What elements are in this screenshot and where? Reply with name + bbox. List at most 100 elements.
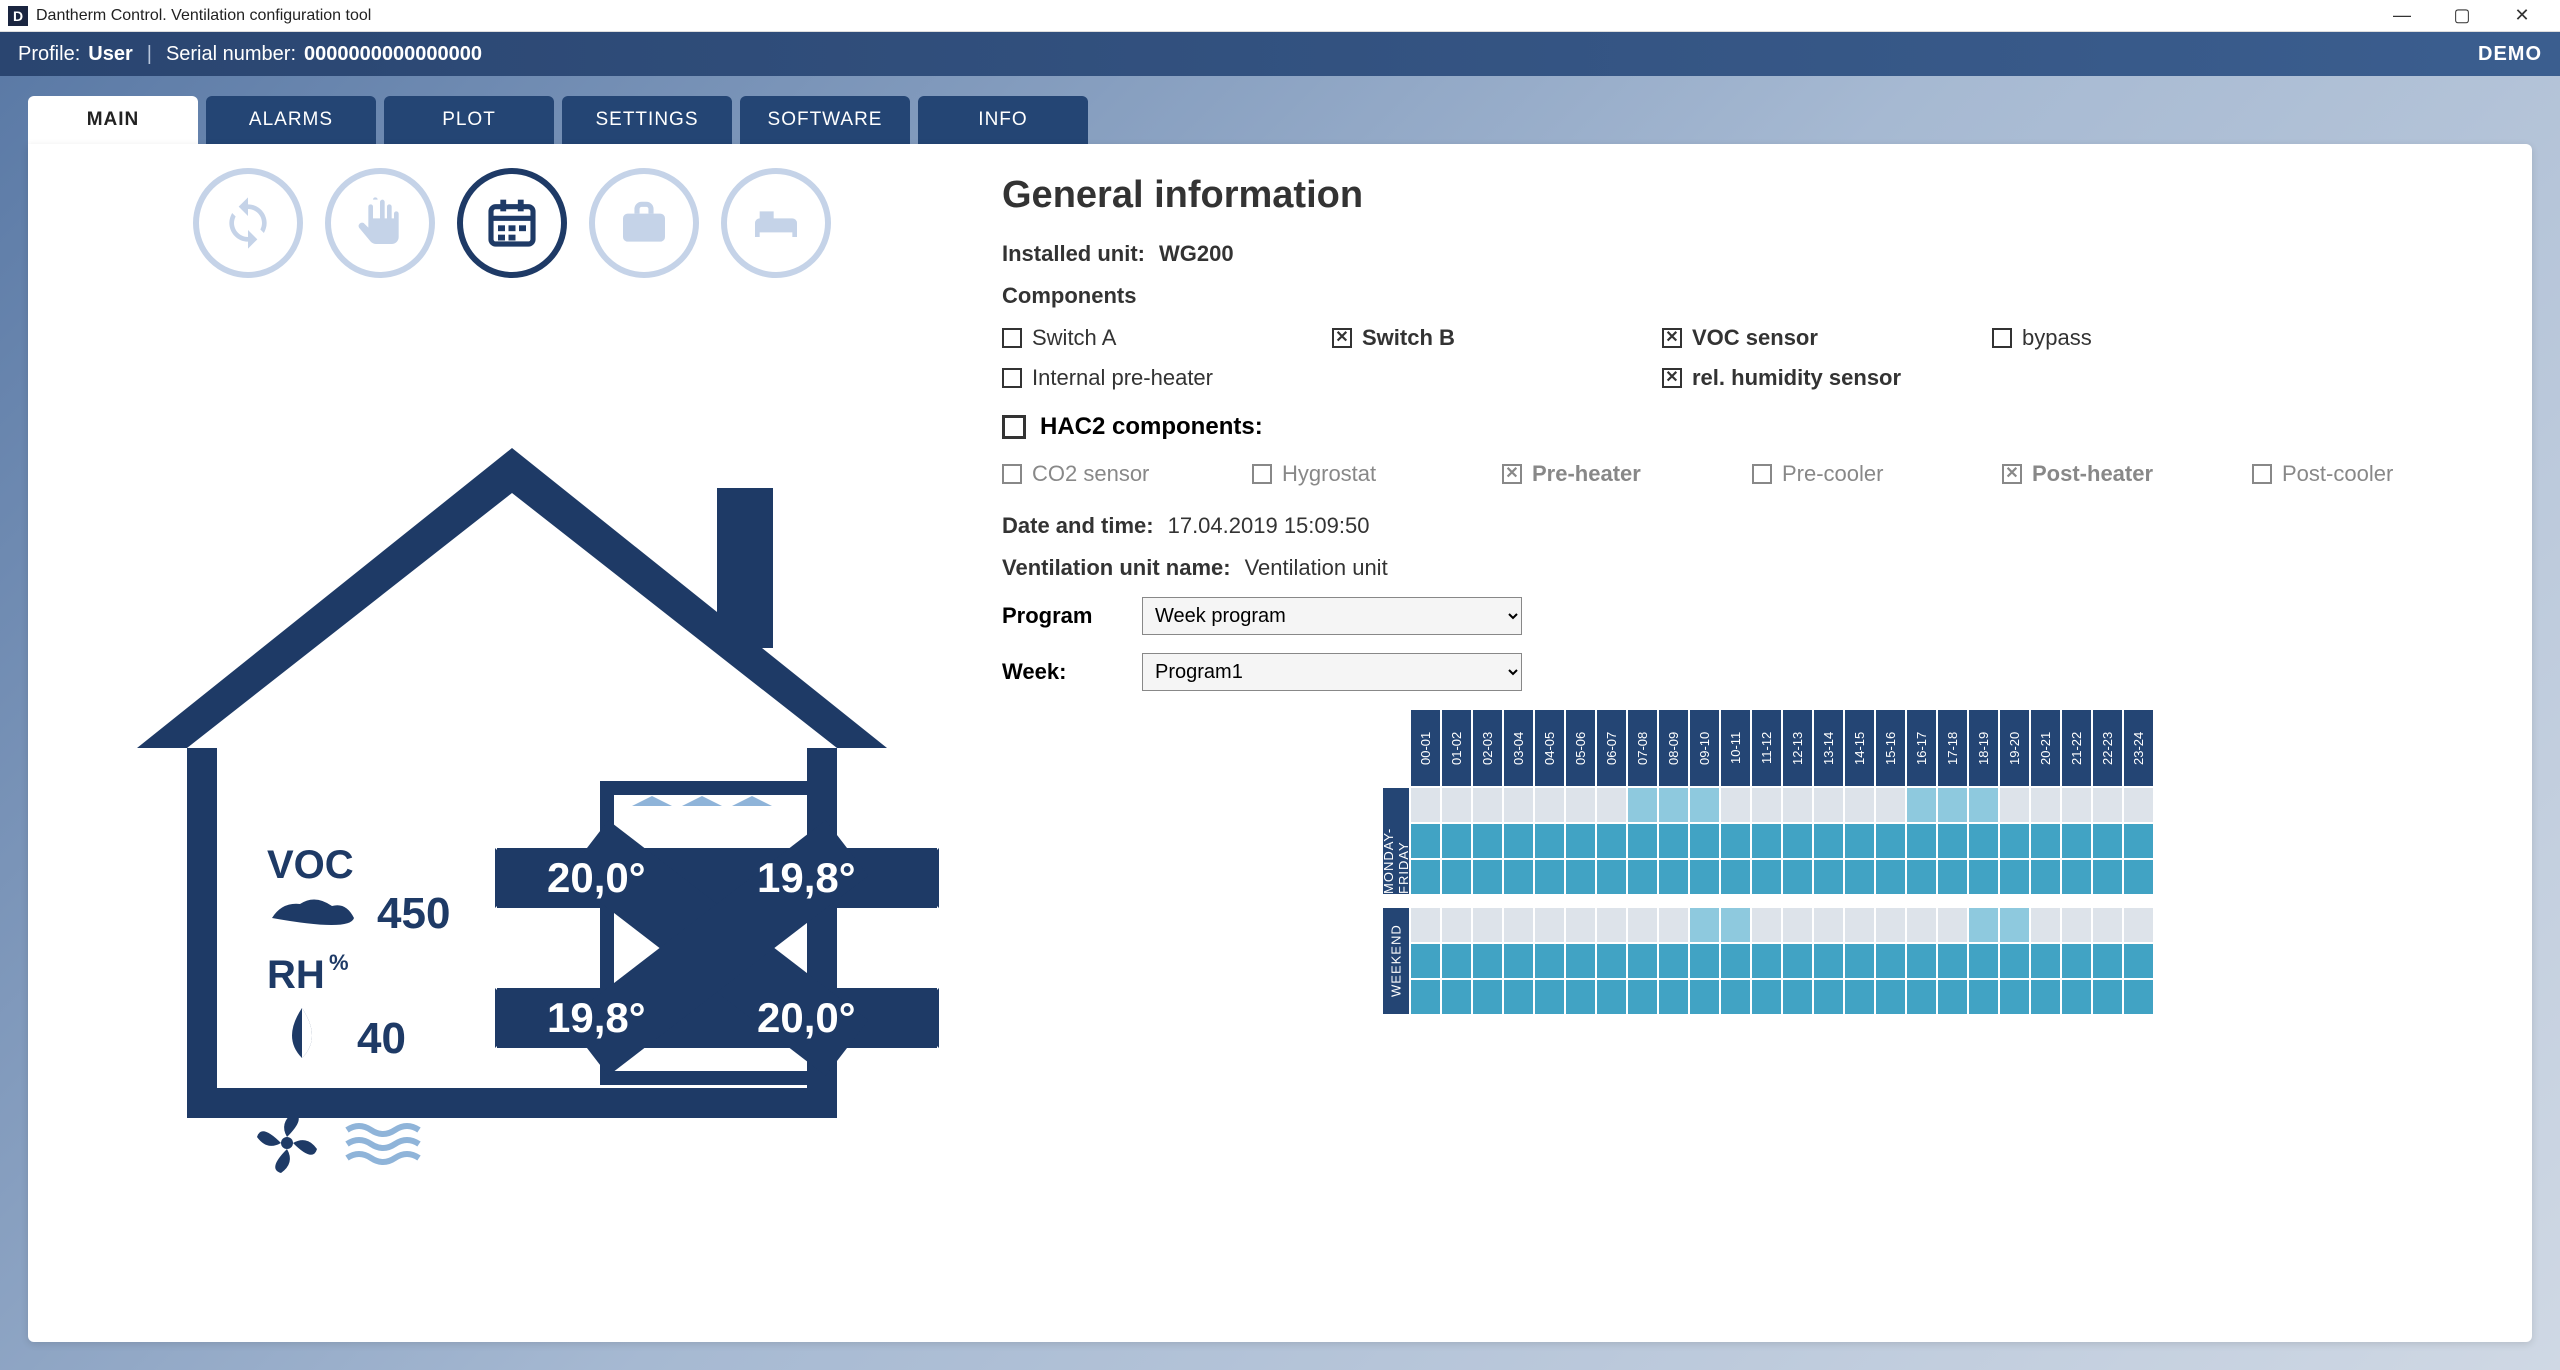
schedule-cell[interactable] xyxy=(1968,787,1999,823)
schedule-cell[interactable] xyxy=(1813,943,1844,979)
schedule-cell[interactable] xyxy=(2030,859,2061,895)
schedule-cell[interactable] xyxy=(1627,943,1658,979)
schedule-cell[interactable] xyxy=(1751,859,1782,895)
schedule-cell[interactable] xyxy=(1658,979,1689,1015)
schedule-cell[interactable] xyxy=(1720,943,1751,979)
schedule-cell[interactable] xyxy=(1813,907,1844,943)
schedule-cell[interactable] xyxy=(1596,859,1627,895)
schedule-cell[interactable] xyxy=(2030,787,2061,823)
schedule-cell[interactable] xyxy=(1999,859,2030,895)
minimize-button[interactable]: — xyxy=(2372,0,2432,32)
schedule-cell[interactable] xyxy=(1534,787,1565,823)
schedule-cell[interactable] xyxy=(2061,787,2092,823)
schedule-cell[interactable] xyxy=(1410,943,1441,979)
schedule-cell[interactable] xyxy=(1627,787,1658,823)
schedule-cell[interactable] xyxy=(1441,859,1472,895)
schedule-cell[interactable] xyxy=(1472,943,1503,979)
schedule-cell[interactable] xyxy=(1906,907,1937,943)
schedule-cell[interactable] xyxy=(1968,943,1999,979)
schedule-cell[interactable] xyxy=(2061,943,2092,979)
schedule-cell[interactable] xyxy=(1689,787,1720,823)
hac2-checkbox[interactable] xyxy=(1002,415,1026,439)
schedule-cell[interactable] xyxy=(2092,979,2123,1015)
tab-main[interactable]: MAIN xyxy=(28,96,198,144)
schedule-cell[interactable] xyxy=(1503,979,1534,1015)
schedule-cell[interactable] xyxy=(1410,907,1441,943)
schedule-cell[interactable] xyxy=(1503,943,1534,979)
schedule-cell[interactable] xyxy=(2123,943,2154,979)
component-bypass[interactable]: bypass xyxy=(1992,325,2322,351)
schedule-cell[interactable] xyxy=(1906,943,1937,979)
schedule-cell[interactable] xyxy=(1937,823,1968,859)
schedule-cell[interactable] xyxy=(1968,979,1999,1015)
component-switch-b[interactable]: ✕Switch B xyxy=(1332,325,1662,351)
mode-manual-button[interactable] xyxy=(325,168,435,278)
component-rel-humidity-sensor[interactable]: ✕rel. humidity sensor xyxy=(1662,365,1992,391)
schedule-cell[interactable] xyxy=(2061,979,2092,1015)
schedule-cell[interactable] xyxy=(1782,907,1813,943)
schedule-cell[interactable] xyxy=(1503,859,1534,895)
schedule-cell[interactable] xyxy=(1844,787,1875,823)
schedule-cell[interactable] xyxy=(2092,859,2123,895)
close-button[interactable]: ✕ xyxy=(2492,0,2552,32)
maximize-button[interactable]: ▢ xyxy=(2432,0,2492,32)
schedule-cell[interactable] xyxy=(1875,943,1906,979)
schedule-cell[interactable] xyxy=(1441,907,1472,943)
schedule-cell[interactable] xyxy=(2123,859,2154,895)
hac2-pre-cooler[interactable]: Pre-cooler xyxy=(1752,461,2002,487)
program-select[interactable]: Week program xyxy=(1142,597,1522,635)
schedule-cell[interactable] xyxy=(1968,907,1999,943)
schedule-cell[interactable] xyxy=(2123,823,2154,859)
schedule-cell[interactable] xyxy=(1937,907,1968,943)
schedule-cell[interactable] xyxy=(2123,907,2154,943)
mode-refresh-button[interactable] xyxy=(193,168,303,278)
schedule-cell[interactable] xyxy=(1534,979,1565,1015)
schedule-cell[interactable] xyxy=(1596,979,1627,1015)
schedule-cell[interactable] xyxy=(1844,979,1875,1015)
schedule-cell[interactable] xyxy=(1844,907,1875,943)
tab-alarms[interactable]: ALARMS xyxy=(206,96,376,144)
schedule-cell[interactable] xyxy=(1410,859,1441,895)
schedule-cell[interactable] xyxy=(1658,787,1689,823)
schedule-cell[interactable] xyxy=(1472,859,1503,895)
schedule-cell[interactable] xyxy=(1627,859,1658,895)
schedule-cell[interactable] xyxy=(1534,907,1565,943)
schedule-cell[interactable] xyxy=(1565,859,1596,895)
schedule-cell[interactable] xyxy=(1813,979,1844,1015)
schedule-cell[interactable] xyxy=(2061,823,2092,859)
hac2-post-cooler[interactable]: Post-cooler xyxy=(2252,461,2502,487)
tab-plot[interactable]: PLOT xyxy=(384,96,554,144)
schedule-cell[interactable] xyxy=(1937,787,1968,823)
schedule-cell[interactable] xyxy=(1441,943,1472,979)
schedule-cell[interactable] xyxy=(1689,943,1720,979)
schedule-cell[interactable] xyxy=(1658,943,1689,979)
schedule-cell[interactable] xyxy=(1999,979,2030,1015)
schedule-cell[interactable] xyxy=(2123,979,2154,1015)
schedule-cell[interactable] xyxy=(1596,823,1627,859)
mode-schedule-button[interactable] xyxy=(457,168,567,278)
mode-briefcase-button[interactable] xyxy=(589,168,699,278)
schedule-cell[interactable] xyxy=(1410,823,1441,859)
schedule-cell[interactable] xyxy=(2030,979,2061,1015)
hac2-co2-sensor[interactable]: CO2 sensor xyxy=(1002,461,1252,487)
schedule-cell[interactable] xyxy=(1720,907,1751,943)
hac2-post-heater[interactable]: ✕Post-heater xyxy=(2002,461,2252,487)
schedule-cell[interactable] xyxy=(1720,823,1751,859)
schedule-cell[interactable] xyxy=(1689,979,1720,1015)
schedule-cell[interactable] xyxy=(1844,823,1875,859)
schedule-cell[interactable] xyxy=(1472,907,1503,943)
schedule-cell[interactable] xyxy=(1813,787,1844,823)
component-switch-a[interactable]: Switch A xyxy=(1002,325,1332,351)
schedule-cell[interactable] xyxy=(2030,823,2061,859)
schedule-cell[interactable] xyxy=(1658,859,1689,895)
schedule-cell[interactable] xyxy=(1813,823,1844,859)
schedule-cell[interactable] xyxy=(1751,943,1782,979)
schedule-cell[interactable] xyxy=(2092,943,2123,979)
schedule-cell[interactable] xyxy=(1565,787,1596,823)
schedule-cell[interactable] xyxy=(1472,979,1503,1015)
tab-settings[interactable]: SETTINGS xyxy=(562,96,732,144)
schedule-cell[interactable] xyxy=(1596,907,1627,943)
schedule-cell[interactable] xyxy=(1751,979,1782,1015)
schedule-cell[interactable] xyxy=(1658,907,1689,943)
schedule-cell[interactable] xyxy=(1937,979,1968,1015)
